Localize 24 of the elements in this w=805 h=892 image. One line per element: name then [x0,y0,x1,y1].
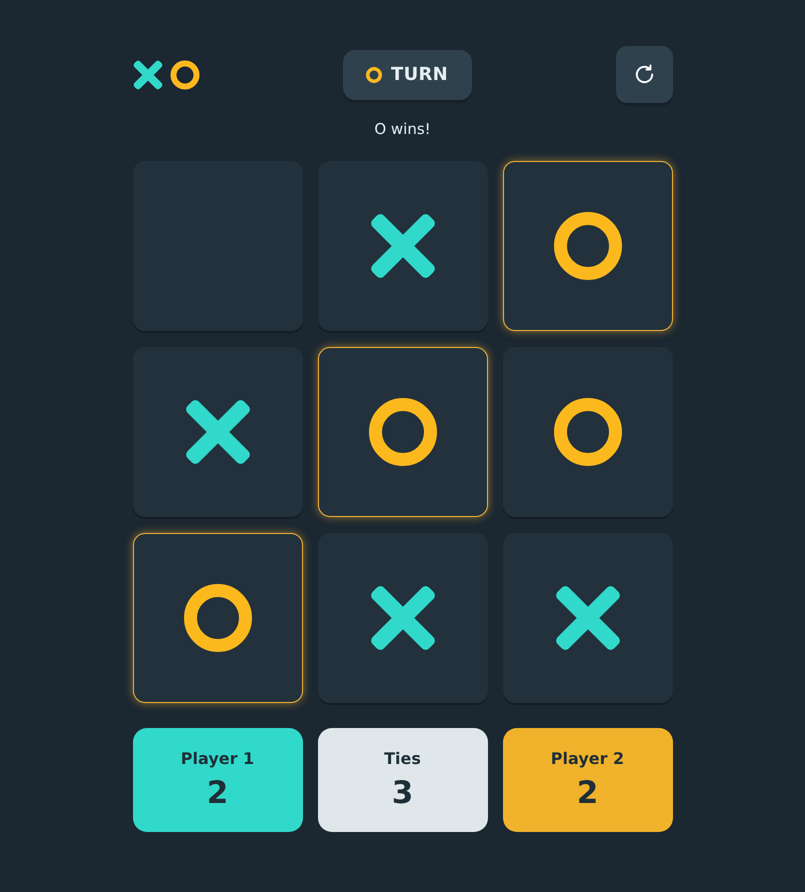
score-label: Player 2 [550,749,624,769]
score-label: Player 1 [180,749,254,769]
ring-icon [366,66,382,82]
turn-label: TURN [390,64,448,85]
board-cell[interactable] [318,533,488,703]
board-cell[interactable] [132,347,302,517]
score-value: 2 [206,775,228,811]
status-message: O wins! [373,119,432,139]
restart-button[interactable] [616,46,672,103]
board-cell[interactable] [502,347,672,517]
ring-icon [554,212,622,280]
board-cell[interactable] [132,533,302,703]
score-value: 2 [576,775,598,811]
board-cell[interactable] [502,161,672,331]
logo-icon [132,60,200,90]
board-cell[interactable] [502,533,672,703]
score-label: Ties [384,749,421,769]
ring-icon [368,398,436,466]
score-value: 3 [392,775,414,811]
board-cell[interactable] [318,347,488,517]
ring-icon [554,398,622,466]
board-cell[interactable] [132,161,302,331]
board-cell[interactable] [318,161,488,331]
ring-icon [184,584,252,652]
